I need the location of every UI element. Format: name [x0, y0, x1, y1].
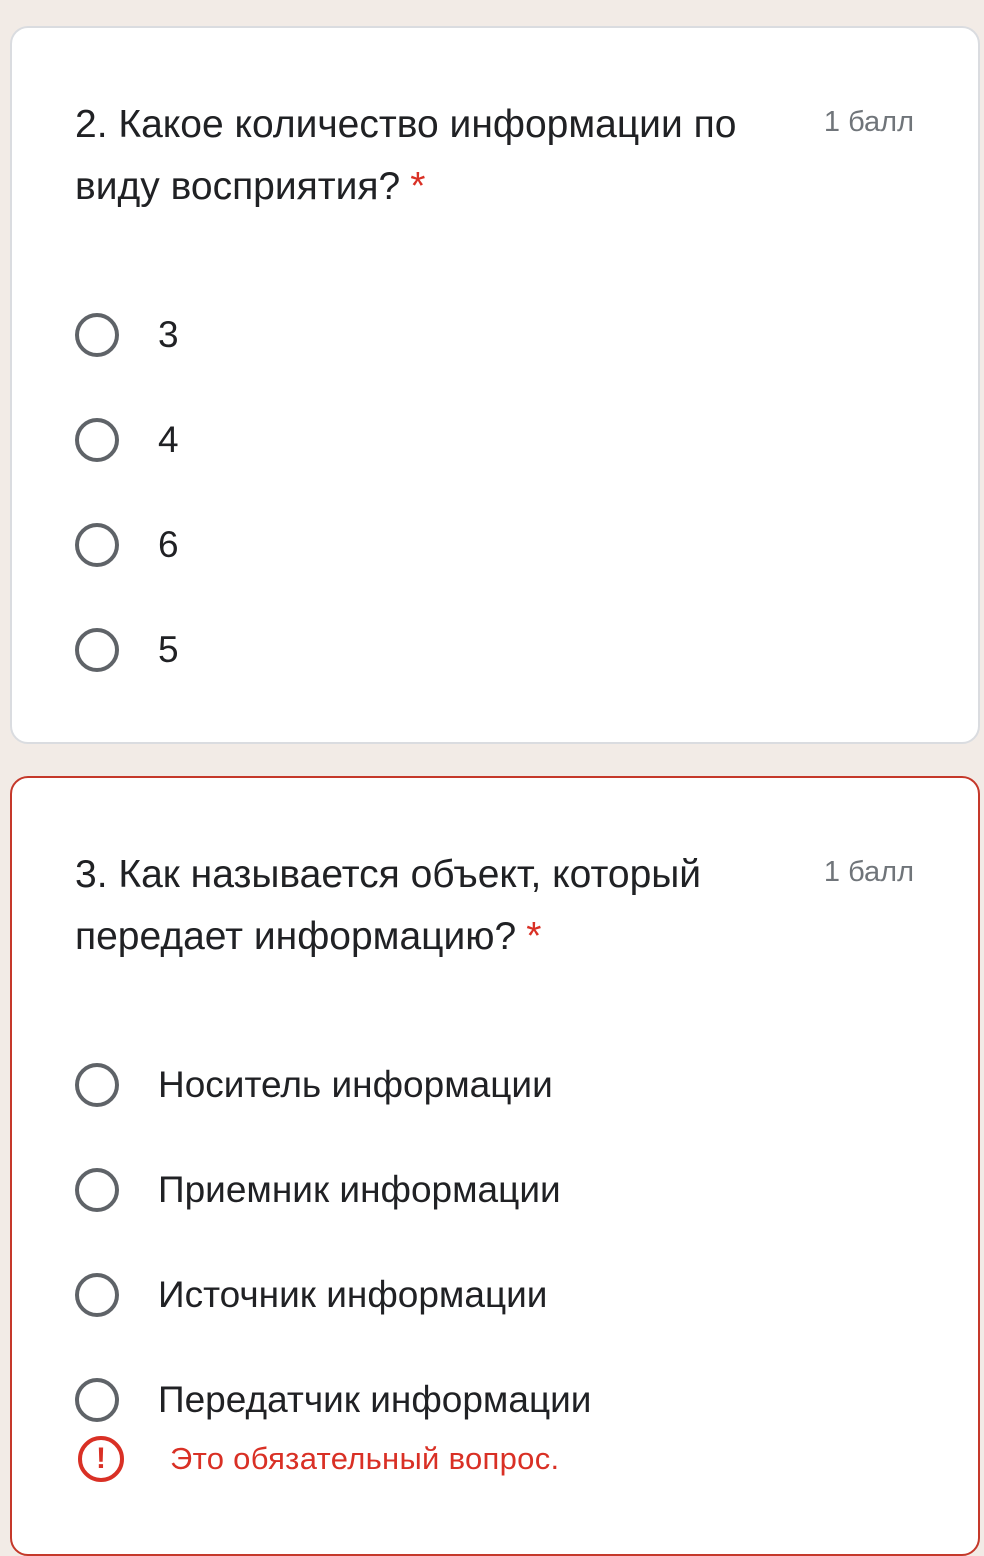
points-label: 1 балл	[823, 856, 914, 888]
question-title-text: 3. Как называется объект, который переда…	[75, 853, 702, 958]
radio-option-label[interactable]: 6	[158, 524, 179, 566]
question-card-2: 2. Какое количество информации по виду в…	[10, 26, 980, 744]
radio-group: 3 4 6 5	[75, 282, 948, 702]
error-message: ! Это обязательный вопрос.	[78, 1436, 559, 1482]
required-asterisk: *	[410, 165, 426, 208]
question-title-text: 2. Какое количество информации по виду в…	[75, 103, 737, 208]
radio-option[interactable]: Источник информации	[75, 1242, 948, 1347]
radio-option-label[interactable]: Приемник информации	[158, 1169, 561, 1211]
radio-option-label[interactable]: 4	[158, 419, 179, 461]
required-asterisk: *	[526, 915, 542, 958]
question-title: 3. Как называется объект, который переда…	[75, 844, 795, 968]
radio-option[interactable]: 4	[75, 387, 948, 492]
radio-button[interactable]	[75, 1062, 119, 1107]
radio-button[interactable]	[75, 627, 119, 672]
radio-button[interactable]	[75, 1272, 119, 1317]
points-label: 1 балл	[823, 106, 914, 138]
radio-button[interactable]	[75, 1377, 119, 1422]
question-title: 2. Какое количество информации по виду в…	[75, 94, 795, 218]
question-card-3: 3. Как называется объект, который переда…	[10, 776, 980, 1556]
radio-button[interactable]	[75, 417, 119, 462]
radio-group: Носитель информации Приемник информации …	[75, 1032, 948, 1452]
radio-option[interactable]: 5	[75, 597, 948, 702]
radio-option-label[interactable]: 5	[158, 629, 179, 671]
radio-option-label[interactable]: Носитель информации	[158, 1064, 553, 1106]
radio-option-label[interactable]: 3	[158, 314, 179, 356]
radio-button[interactable]	[75, 312, 119, 357]
radio-option[interactable]: 3	[75, 282, 948, 387]
radio-option-label[interactable]: Источник информации	[158, 1274, 547, 1316]
radio-button[interactable]	[75, 522, 119, 567]
exclamation-circle-icon: !	[78, 1436, 124, 1482]
radio-button[interactable]	[75, 1167, 119, 1212]
radio-option[interactable]: 6	[75, 492, 948, 597]
error-text: Это обязательный вопрос.	[170, 1441, 560, 1476]
radio-option-label[interactable]: Передатчик информации	[158, 1379, 591, 1421]
radio-option[interactable]: Носитель информации	[75, 1032, 948, 1137]
radio-option[interactable]: Приемник информации	[75, 1137, 948, 1242]
